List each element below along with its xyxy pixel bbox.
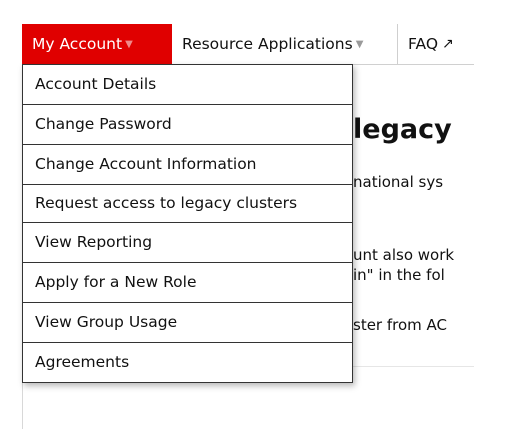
nav-faq-label: FAQ xyxy=(408,35,439,53)
main-navbar: My Account ▼ Resource Applications ▼ FAQ… xyxy=(22,24,474,65)
menu-item-change-password[interactable]: Change Password xyxy=(23,105,352,145)
menu-item-account-details[interactable]: Account Details xyxy=(23,65,352,105)
my-account-dropdown: Account Details Change Password Change A… xyxy=(22,64,353,383)
body-text-line: in" in the fol xyxy=(353,266,445,284)
nav-faq[interactable]: FAQ ↗ xyxy=(398,24,462,64)
viewport-clip xyxy=(474,0,511,429)
body-text-line: national sys xyxy=(353,173,444,191)
nav-resource-applications[interactable]: Resource Applications ▼ xyxy=(172,24,398,64)
body-text-line: ster from AC xyxy=(353,316,448,334)
menu-item-view-reporting[interactable]: View Reporting xyxy=(23,223,352,263)
nav-resource-applications-label: Resource Applications xyxy=(182,35,353,53)
menu-item-view-group-usage[interactable]: View Group Usage xyxy=(23,303,352,343)
nav-my-account-label: My Account xyxy=(32,35,123,53)
menu-item-change-account-information[interactable]: Change Account Information xyxy=(23,145,352,185)
menu-item-apply-new-role[interactable]: Apply for a New Role xyxy=(23,263,352,303)
body-text-line: unt also work xyxy=(353,246,455,264)
nav-my-account[interactable]: My Account ▼ xyxy=(22,24,172,64)
menu-item-request-legacy-access[interactable]: Request access to legacy clusters xyxy=(23,185,352,223)
page-heading: legacy xyxy=(353,114,452,145)
caret-down-icon: ▼ xyxy=(125,38,133,50)
menu-item-agreements[interactable]: Agreements xyxy=(23,343,352,382)
section-divider xyxy=(353,366,474,367)
caret-down-icon: ▼ xyxy=(355,38,364,50)
external-link-icon: ↗ xyxy=(442,36,454,52)
